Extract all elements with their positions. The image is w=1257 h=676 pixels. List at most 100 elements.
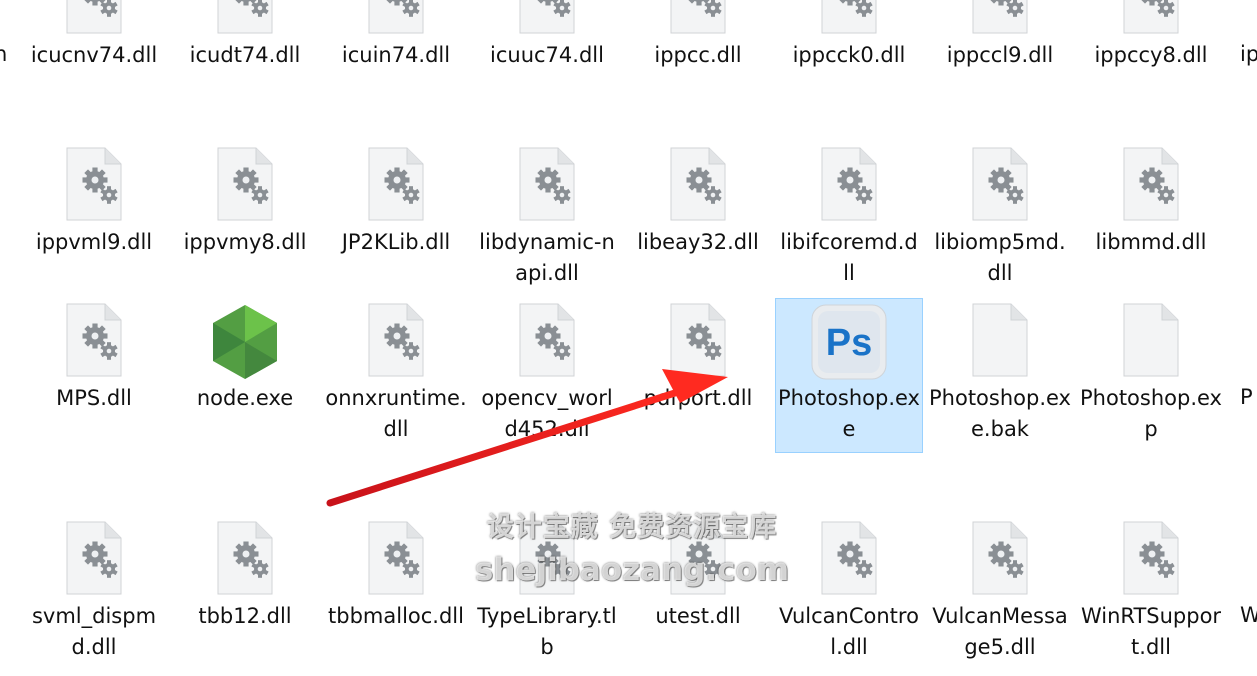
- dll-file-icon: [1078, 0, 1224, 38]
- dll-file-icon: [21, 521, 167, 599]
- dll-file-icon: [927, 147, 1073, 225]
- file-item[interactable]: ippvml9.dll: [20, 142, 168, 297]
- file-name-label: icuuc74.dll: [490, 43, 604, 67]
- dll-file-icon: [323, 521, 469, 599]
- file-item[interactable]: ippcck0.dll: [775, 0, 923, 110]
- file-name-label: JP2KLib.dll: [341, 230, 451, 254]
- dll-file-icon: [625, 303, 771, 381]
- dll-file-icon: [776, 147, 922, 225]
- file-name-label: MPS.dll: [56, 386, 132, 410]
- file-name-label: Photoshop.exe: [778, 386, 920, 441]
- dll-file-icon: [21, 147, 167, 225]
- file-name-label: ippccl9.dll: [946, 43, 1054, 67]
- file-name-label: node.exe: [196, 386, 294, 410]
- photoshop-icon-text: Ps: [826, 322, 872, 364]
- file-name-label: opencv_world452.dll: [481, 386, 613, 441]
- blank-file-icon: [927, 303, 1073, 381]
- dll-file-icon: [474, 0, 620, 38]
- file-item[interactable]: tbbmalloc.dll: [322, 516, 470, 671]
- file-name-label: svml_dispmd.dll: [31, 604, 157, 659]
- file-name-label: VulcanControl.dll: [779, 604, 919, 659]
- file-item[interactable]: libifcoremd.dll: [775, 142, 923, 297]
- partial-file-label: l: [0, 226, 14, 257]
- file-name-label: icucnv74.dll: [30, 43, 158, 67]
- dll-file-icon: [21, 0, 167, 38]
- file-item[interactable]: tbb12.dll: [171, 516, 319, 671]
- dll-file-icon: [323, 147, 469, 225]
- dll-file-icon: [927, 521, 1073, 599]
- file-item[interactable]: icucnv74.dll: [20, 0, 168, 110]
- file-item[interactable]: Photoshop.exp: [1077, 298, 1225, 453]
- file-name-label: tbb12.dll: [198, 604, 292, 628]
- file-name-label: VulcanMessage5.dll: [932, 604, 1068, 659]
- file-name-label: ippcc.dll: [654, 43, 742, 67]
- file-item[interactable]: libeay32.dll: [624, 142, 772, 297]
- file-name-label: ippvmy8.dll: [183, 230, 307, 254]
- file-item[interactable]: libdynamic-napi.dll: [473, 142, 621, 297]
- dll-file-icon: [474, 521, 620, 599]
- blank-file-icon: [1078, 303, 1224, 381]
- file-name-label: libeay32.dll: [637, 230, 759, 254]
- file-item[interactable]: ippvmy8.dll: [171, 142, 319, 297]
- file-name-label: libdynamic-napi.dll: [479, 230, 615, 285]
- dll-file-icon: [172, 521, 318, 599]
- file-item[interactable]: onnxruntime.dll: [322, 298, 470, 453]
- dll-file-icon: [323, 303, 469, 381]
- dll-file-icon: [927, 0, 1073, 38]
- file-item[interactable]: icuin74.dll: [322, 0, 470, 110]
- file-item[interactable]: Photoshop.exe.bak: [926, 298, 1074, 453]
- file-item[interactable]: node.exe: [171, 298, 319, 453]
- file-name-label: tbbmalloc.dll: [328, 604, 464, 628]
- file-item[interactable]: icuuc74.dll: [473, 0, 621, 110]
- file-item[interactable]: WinRTSupport.dll: [1077, 516, 1225, 671]
- partial-file-label: P: [1240, 385, 1253, 409]
- file-name-label: ippccy8.dll: [1094, 43, 1208, 67]
- file-name-label: pdfport.dll: [643, 386, 753, 410]
- file-name-label: utest.dll: [655, 604, 741, 628]
- file-name-label: libmmd.dll: [1095, 230, 1207, 254]
- dll-file-icon: [474, 303, 620, 381]
- file-item[interactable]: libiomp5md.dll: [926, 142, 1074, 297]
- file-item[interactable]: TypeLibrary.tlb: [473, 516, 621, 671]
- dll-file-icon: [323, 0, 469, 38]
- file-item[interactable]: pdfport.dll: [624, 298, 772, 453]
- file-item[interactable]: ippccy8.dll: [1077, 0, 1225, 110]
- dll-file-icon: [625, 147, 771, 225]
- dll-file-icon: [776, 521, 922, 599]
- nodejs-icon: [172, 303, 318, 381]
- file-name-label: TypeLibrary.tlb: [477, 604, 617, 659]
- file-item[interactable]: JP2KLib.dll: [322, 142, 470, 297]
- file-item[interactable]: VulcanControl.dll: [775, 516, 923, 671]
- file-item[interactable]: utest.dll: [624, 516, 772, 671]
- dll-file-icon: [172, 0, 318, 38]
- file-name-label: Photoshop.exp: [1080, 386, 1222, 441]
- file-item[interactable]: opencv_world452.dll: [473, 298, 621, 453]
- file-name-label: WinRTSupport.dll: [1080, 604, 1222, 659]
- file-item[interactable]: icudt74.dll: [171, 0, 319, 110]
- dll-file-icon: [776, 0, 922, 38]
- dll-file-icon: [1078, 147, 1224, 225]
- file-name-label: ippvml9.dll: [35, 230, 153, 254]
- partial-file-label: ip: [1240, 42, 1257, 66]
- dll-file-icon: [1078, 521, 1224, 599]
- file-name-label: icudt74.dll: [189, 43, 301, 67]
- file-item[interactable]: ippccl9.dll: [926, 0, 1074, 110]
- file-name-label: libiomp5md.dll: [934, 230, 1066, 285]
- file-item[interactable]: VulcanMessage5.dll: [926, 516, 1074, 671]
- partial-file-label: W: [1240, 603, 1257, 627]
- file-item[interactable]: libmmd.dll: [1077, 142, 1225, 297]
- dll-file-icon: [625, 521, 771, 599]
- file-name-label: Photoshop.exe.bak: [929, 386, 1071, 441]
- photoshop-icon: Ps: [776, 303, 922, 381]
- file-item[interactable]: MPS.dll: [20, 298, 168, 453]
- file-name-label: ippcck0.dll: [792, 43, 906, 67]
- file-name-label: icuin74.dll: [341, 43, 451, 67]
- dll-file-icon: [625, 0, 771, 38]
- file-name-label: libifcoremd.dll: [780, 230, 918, 285]
- dll-file-icon: [172, 147, 318, 225]
- file-item[interactable]: ippcc.dll: [624, 0, 772, 110]
- file-name-label: onnxruntime.dll: [325, 386, 467, 441]
- file-item[interactable]: svml_dispmd.dll: [20, 516, 168, 671]
- partial-file-label: n: [0, 42, 8, 66]
- file-item[interactable]: Ps Photoshop.exe: [775, 298, 923, 453]
